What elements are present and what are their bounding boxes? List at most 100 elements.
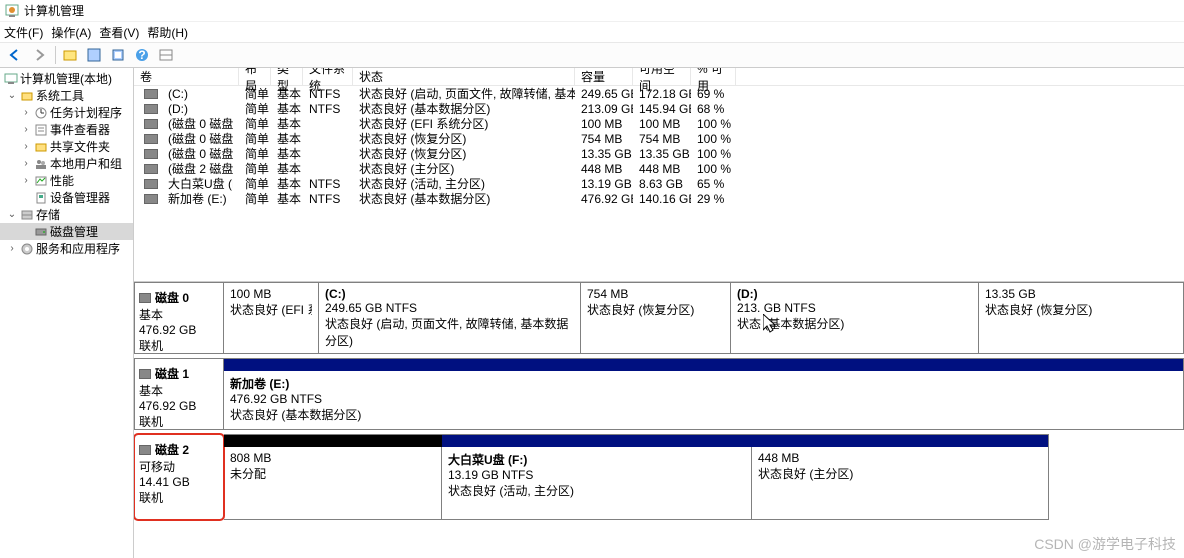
graphical-view: 磁盘 0 基本 476.92 GB 联机 100 MB 状态良好 (EFI 系统… [134, 282, 1184, 558]
tree-event[interactable]: › 事件查看器 [0, 121, 133, 138]
title-bar: 计算机管理 [0, 0, 1184, 22]
partition[interactable]: 754 MB 状态良好 (恢复分区) [581, 283, 731, 353]
tools-icon [20, 89, 34, 103]
partition-bar: 808 MB 未分配 大白菜U盘 (F:) 13.19 GB NTFS 状态良好… [224, 434, 1049, 520]
partition[interactable]: 100 MB 状态良好 (EFI 系统分! [224, 283, 319, 353]
tree-diskmgmt[interactable]: 磁盘管理 [0, 223, 133, 240]
toolbar-btn-2[interactable] [83, 44, 105, 66]
table-row[interactable]: (磁盘 2 磁盘分区 2)简单基本状态良好 (主分区)448 MB448 MB1… [134, 161, 1184, 176]
device-icon [34, 191, 48, 205]
table-row[interactable]: (D:)简单基本NTFS状态良好 (基本数据分区)213.09 GB145.94… [134, 101, 1184, 116]
disk-icon [139, 369, 151, 379]
disk-icon [34, 225, 48, 239]
partition-bar: 新加卷 (E:) 476.92 GB NTFS 状态良好 (基本数据分区) [224, 358, 1184, 430]
disk-icon [139, 293, 151, 303]
partition[interactable]: (C:) 249.65 GB NTFS 状态良好 (启动, 页面文件, 故障转储… [319, 283, 581, 353]
partition-unallocated[interactable]: 808 MB 未分配 [224, 447, 442, 519]
partition[interactable]: 新加卷 (E:) 476.92 GB NTFS 状态良好 (基本数据分区) [224, 371, 1183, 429]
back-button[interactable] [4, 44, 26, 66]
tree-task[interactable]: › 任务计划程序 [0, 104, 133, 121]
svg-text:?: ? [138, 48, 145, 62]
disk-row-1[interactable]: 磁盘 1 基本 476.92 GB 联机 新加卷 (E:) 476.92 GB … [134, 358, 1184, 430]
expand-icon[interactable]: › [20, 141, 32, 152]
table-row[interactable]: 新加卷 (E:)简单基本NTFS状态良好 (基本数据分区)476.92 GB14… [134, 191, 1184, 206]
color-bar [224, 435, 442, 447]
volume-icon [144, 104, 158, 114]
tree-perf[interactable]: › 性能 [0, 172, 133, 189]
expand-icon[interactable]: ⌄ [6, 209, 18, 220]
menu-action[interactable]: 操作(A) [51, 24, 91, 41]
menu-bar: 文件(F) 操作(A) 查看(V) 帮助(H) [0, 22, 1184, 42]
partition[interactable]: (D:) 213. GB NTFS 状态 (基本数据分区) [731, 283, 979, 353]
window-title: 计算机管理 [24, 2, 84, 19]
col-volume[interactable]: 卷 [134, 68, 239, 85]
expand-icon[interactable]: › [6, 243, 18, 254]
navigation-pane: 计算机管理(本地) ⌄ 系统工具 › 任务计划程序 › 事件查看器 › 共享文件… [0, 68, 134, 558]
expand-icon[interactable]: › [20, 124, 32, 135]
tree-users[interactable]: › 本地用户和组 [0, 155, 133, 172]
disk-info: 磁盘 1 基本 476.92 GB 联机 [134, 358, 224, 430]
table-row[interactable]: (磁盘 0 磁盘分区 1)简单基本状态良好 (EFI 系统分区)100 MB10… [134, 116, 1184, 131]
volume-icon [144, 149, 158, 159]
forward-button[interactable] [28, 44, 50, 66]
app-icon [4, 3, 20, 19]
menu-view[interactable]: 查看(V) [99, 24, 139, 41]
event-icon [34, 123, 48, 137]
table-row[interactable]: (磁盘 0 磁盘分区 6)简单基本状态良好 (恢复分区)13.35 GB13.3… [134, 146, 1184, 161]
volume-icon [144, 119, 158, 129]
col-capacity[interactable]: 容量 [575, 68, 633, 85]
partition[interactable]: 大白菜U盘 (F:) 13.19 GB NTFS 状态良好 (活动, 主分区) [442, 447, 752, 519]
menu-help[interactable]: 帮助(H) [147, 24, 188, 41]
computer-icon [4, 72, 18, 86]
col-status[interactable]: 状态 [353, 68, 575, 85]
volume-icon [144, 89, 158, 99]
col-free[interactable]: 可用空间 [633, 68, 691, 85]
perf-icon [34, 174, 48, 188]
table-row[interactable]: (C:)简单基本NTFS状态良好 (启动, 页面文件, 故障转储, 基本数据分区… [134, 86, 1184, 101]
tree-shared[interactable]: › 共享文件夹 [0, 138, 133, 155]
col-type[interactable]: 类型 [271, 68, 303, 85]
task-icon [34, 106, 48, 120]
tree-devmgr[interactable]: 设备管理器 [0, 189, 133, 206]
tree-services[interactable]: › 服务和应用程序 [0, 240, 133, 257]
table-row[interactable]: 大白菜U盘 (F:)简单基本NTFS状态良好 (活动, 主分区)13.19 GB… [134, 176, 1184, 191]
disk-info: 磁盘 2 可移动 14.41 GB 联机 [134, 434, 224, 520]
tree-storage[interactable]: ⌄ 存储 [0, 206, 133, 223]
expand-icon[interactable]: ⌄ [6, 90, 18, 101]
table-row[interactable]: (磁盘 0 磁盘分区 4)简单基本状态良好 (恢复分区)754 MB754 MB… [134, 131, 1184, 146]
col-pctfree[interactable]: % 可用 [691, 68, 736, 85]
watermark: CSDN @游学电子科技 [1034, 534, 1176, 554]
toolbar-btn-3[interactable] [107, 44, 129, 66]
color-bar [442, 435, 1048, 447]
tree-systools[interactable]: ⌄ 系统工具 [0, 87, 133, 104]
col-fs[interactable]: 文件系统 [303, 68, 353, 85]
help-button[interactable]: ? [131, 44, 153, 66]
volume-icon [144, 164, 158, 174]
toolbar-btn-1[interactable] [59, 44, 81, 66]
disk-info: 磁盘 0 基本 476.92 GB 联机 [134, 282, 224, 354]
partition-bar: 100 MB 状态良好 (EFI 系统分! (C:) 249.65 GB NTF… [224, 282, 1184, 354]
list-header: 卷 布局 类型 文件系统 状态 容量 可用空间 % 可用 [134, 68, 1184, 86]
services-icon [20, 242, 34, 256]
volume-icon [144, 179, 158, 189]
expand-icon[interactable]: › [20, 175, 32, 186]
col-layout[interactable]: 布局 [239, 68, 271, 85]
toolbar-btn-5[interactable] [155, 44, 177, 66]
folder-icon [34, 140, 48, 154]
menu-file[interactable]: 文件(F) [4, 24, 43, 41]
tree-root[interactable]: 计算机管理(本地) [0, 70, 133, 87]
partition[interactable]: 13.35 GB 状态良好 (恢复分区) [979, 283, 1183, 353]
users-icon [34, 157, 48, 171]
expand-icon[interactable]: › [20, 107, 32, 118]
color-bar [224, 359, 1183, 371]
disk-icon [139, 445, 151, 455]
disk-row-0[interactable]: 磁盘 0 基本 476.92 GB 联机 100 MB 状态良好 (EFI 系统… [134, 282, 1184, 354]
storage-icon [20, 208, 34, 222]
partition[interactable]: 448 MB 状态良好 (主分区) [752, 447, 1048, 519]
toolbar-separator [55, 46, 56, 64]
disk-row-2[interactable]: 磁盘 2 可移动 14.41 GB 联机 808 MB 未分配 [134, 434, 1184, 520]
volume-icon [144, 134, 158, 144]
expand-icon[interactable]: › [20, 158, 32, 169]
volume-icon [144, 194, 158, 204]
content-pane: 卷 布局 类型 文件系统 状态 容量 可用空间 % 可用 (C:)简单基本NTF… [134, 68, 1184, 558]
